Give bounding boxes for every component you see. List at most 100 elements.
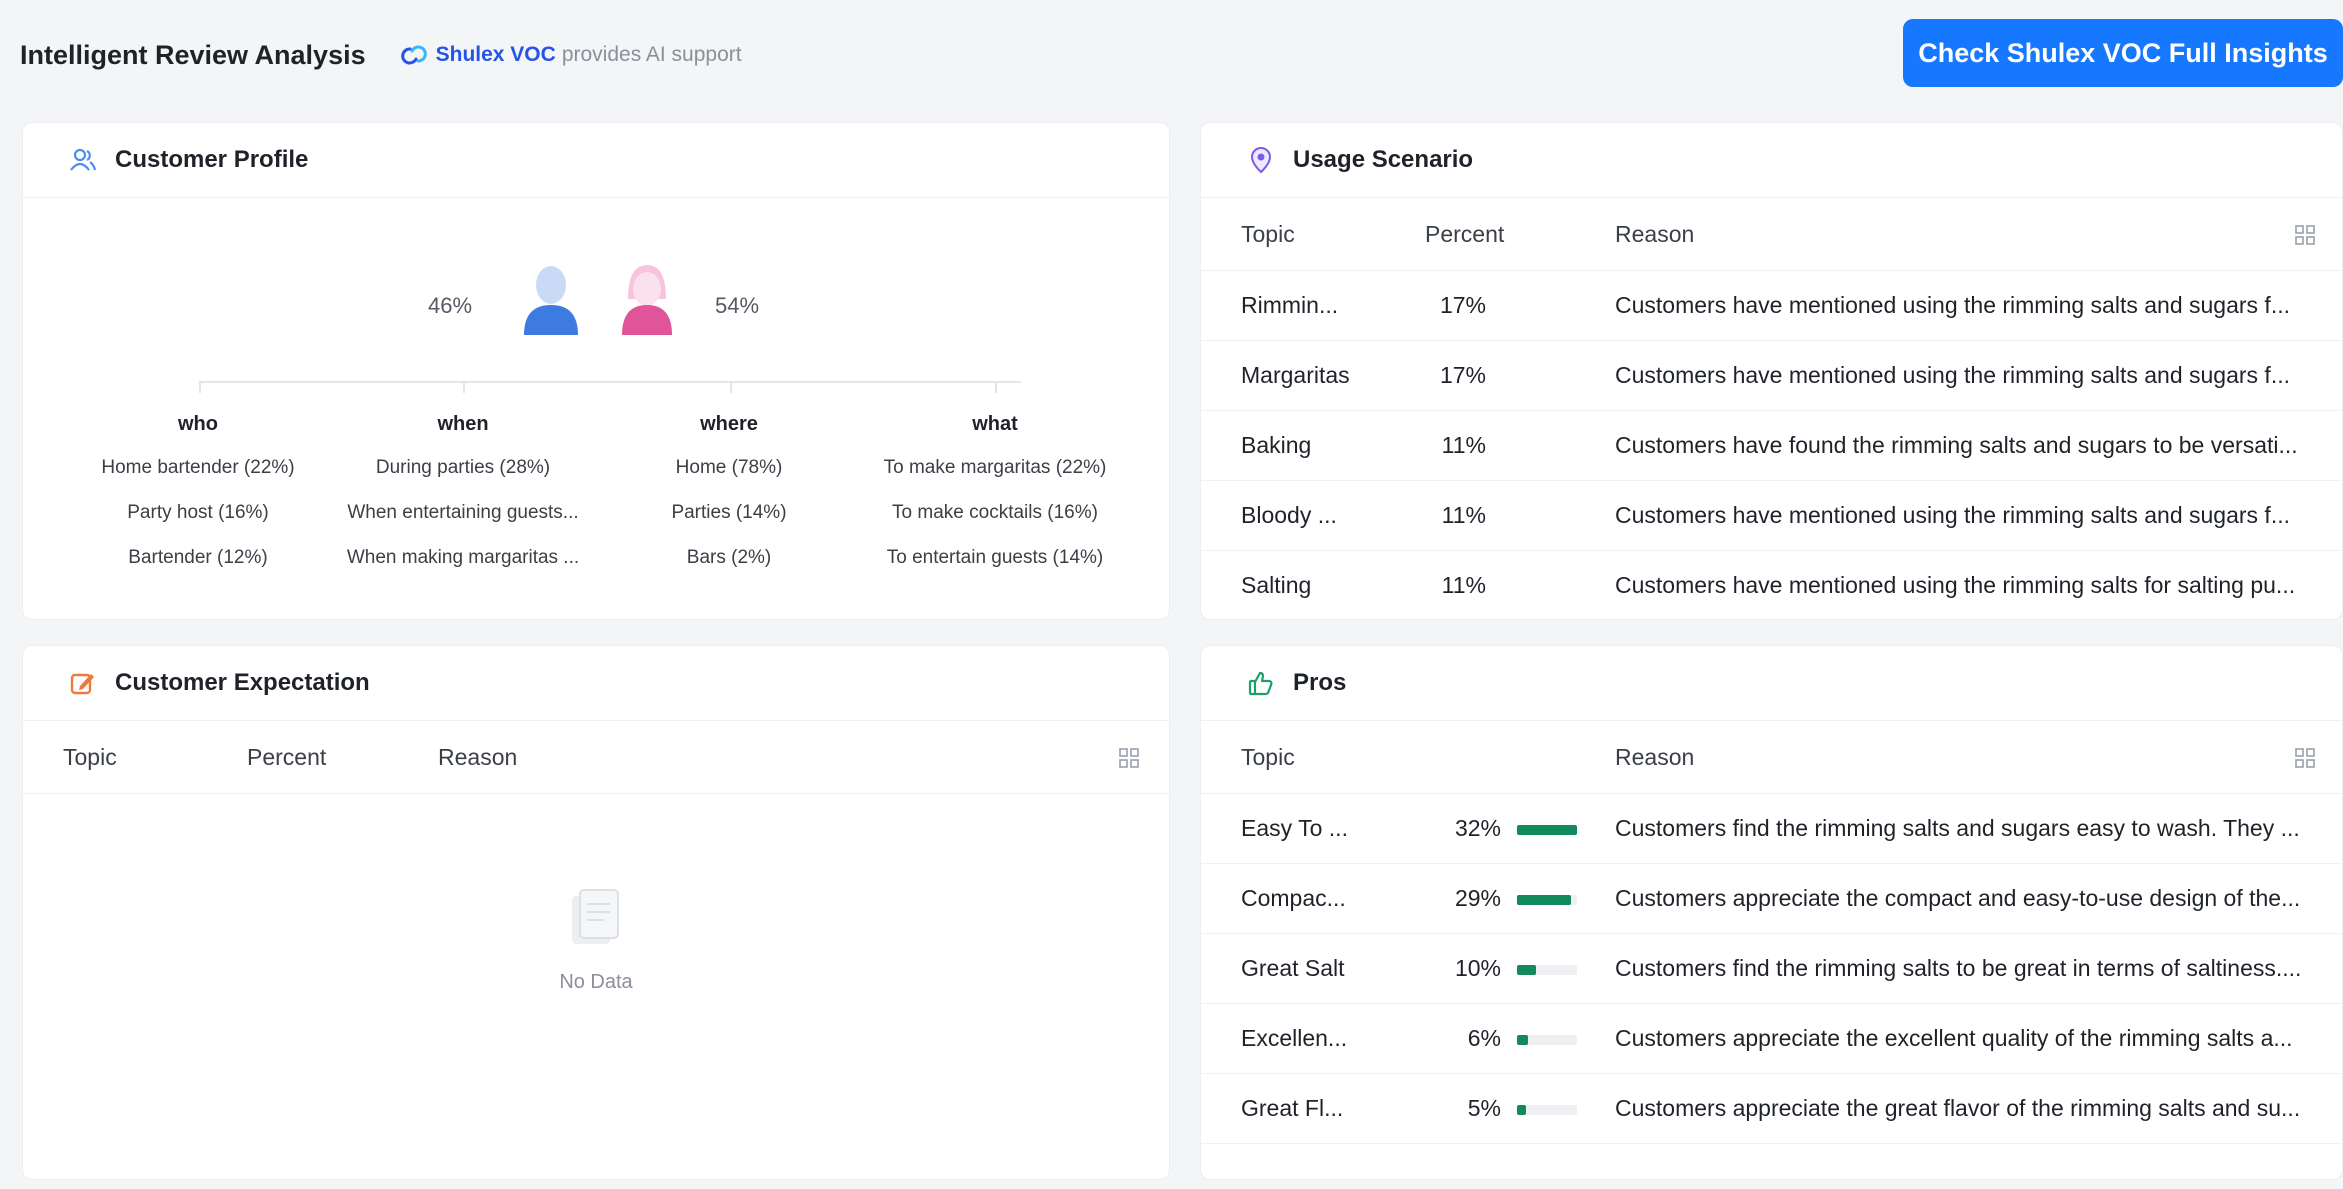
table-row[interactable]: Great Fl... 5% Customers appreciate the …: [1201, 1074, 2342, 1144]
customer-expectation-panel: Customer Expectation Topic Percent Reaso…: [22, 645, 1170, 1180]
profile-item: When making margaritas ...: [346, 547, 580, 568]
table-row[interactable]: Margaritas 17% Customers have mentioned …: [1201, 341, 2342, 411]
panel-header: Customer Profile: [23, 123, 1169, 198]
profile-item: Parties (14%): [671, 502, 787, 523]
row-reason: Customers have mentioned using the rimmi…: [1615, 572, 2296, 598]
row-topic: Great Fl...: [1241, 1095, 1344, 1121]
profile-item: Bars (2%): [686, 547, 772, 568]
table-header: Topic Percent Reason: [1201, 199, 2342, 271]
profile-item: Home (78%): [675, 457, 783, 478]
column-settings-icon[interactable]: [2295, 748, 2315, 768]
column-settings-icon[interactable]: [1119, 748, 1139, 768]
row-reason: Customers have mentioned using the rimmi…: [1615, 502, 2290, 528]
column-heading: what: [972, 413, 1018, 435]
table-row[interactable]: Compac... 29% Customers appreciate the c…: [1201, 864, 2342, 934]
row-reason: Customers appreciate the compact and eas…: [1615, 885, 2301, 911]
row-reason: Customers find the rimming salts and sug…: [1615, 815, 2300, 841]
table-row[interactable]: Easy To ... 32% Customers find the rimmi…: [1201, 794, 2342, 864]
link-icon: [400, 45, 427, 65]
users-icon: [67, 144, 99, 176]
empty-state: No Data: [23, 886, 1169, 994]
percent-bar-fill: [1517, 1035, 1529, 1045]
panel-title: Pros: [1293, 669, 1347, 696]
profile-item: Party host (16%): [127, 502, 269, 523]
row-topic: Margaritas: [1241, 362, 1350, 388]
profile-item: To entertain guests (14%): [886, 547, 1104, 568]
ai-support-text: provides AI support: [561, 43, 742, 66]
panel-header: Usage Scenario: [1201, 123, 2342, 198]
row-percent: 11%: [1441, 572, 1486, 598]
column-settings-icon[interactable]: [2295, 225, 2315, 245]
row-percent: 11%: [1441, 502, 1486, 528]
row-percent: 17%: [1439, 292, 1486, 318]
table-header: Topic Reason: [1201, 722, 2342, 794]
profile-item: To make margaritas (22%): [883, 457, 1107, 478]
gender-split: 46% 54%: [23, 263, 1169, 363]
profile-column-where: where Home (78%) Parties (14%) Bars (2%): [589, 413, 869, 580]
profile-item: During parties (28%): [375, 457, 551, 478]
row-percent: 17%: [1439, 362, 1486, 388]
thumbs-up-icon: [1245, 667, 1277, 699]
percent-bar-fill: [1517, 965, 1536, 975]
column-reason[interactable]: Reason: [438, 744, 517, 771]
row-topic: Great Salt: [1241, 955, 1345, 981]
tree-tick: [730, 381, 732, 393]
column-topic[interactable]: Topic: [1241, 744, 1295, 771]
row-percent: 32%: [1454, 815, 1501, 841]
tree-tick: [199, 381, 201, 393]
percent-bar-fill: [1517, 895, 1572, 905]
edit-icon: [67, 667, 99, 699]
column-reason[interactable]: Reason: [1615, 221, 1694, 248]
percent-bar: [1517, 1035, 1577, 1045]
profile-column-what: what To make margaritas (22%) To make co…: [855, 413, 1135, 580]
column-heading: where: [700, 413, 758, 435]
row-topic: Salting: [1241, 572, 1312, 598]
column-reason[interactable]: Reason: [1615, 744, 1694, 771]
panel-header: Customer Expectation: [23, 646, 1169, 721]
full-insights-button[interactable]: Check Shulex VOC Full Insights: [1903, 19, 2343, 87]
profile-item: Home bartender (22%): [101, 457, 295, 478]
percent-bar: [1517, 1105, 1577, 1115]
row-reason: Customers have mentioned using the rimmi…: [1615, 292, 2290, 318]
row-reason: Customers appreciate the great flavor of…: [1615, 1095, 2301, 1121]
tree-tick: [463, 381, 465, 393]
panel-title: Customer Expectation: [115, 669, 370, 696]
percent-bar-fill: [1517, 825, 1577, 835]
panel-title: Customer Profile: [115, 146, 309, 173]
row-topic: Bloody ...: [1241, 502, 1337, 528]
row-percent: 5%: [1467, 1095, 1501, 1121]
profile-item: Bartender (12%): [128, 547, 268, 568]
table-row[interactable]: Baking 11% Customers have found the rimm…: [1201, 411, 2342, 481]
brand-name[interactable]: Shulex VOC: [436, 43, 556, 67]
row-topic: Baking: [1241, 432, 1312, 458]
row-reason: Customers have found the rimming salts a…: [1615, 432, 2298, 458]
ai-support-note: Shulex VOC provides AI support: [400, 43, 742, 67]
profile-column-who: who Home bartender (22%) Party host (16%…: [58, 413, 338, 580]
row-reason: Customers have mentioned using the rimmi…: [1615, 362, 2290, 388]
table-row[interactable]: Bloody ... 11% Customers have mentioned …: [1201, 481, 2342, 551]
table-row[interactable]: Salting 11% Customers have mentioned usi…: [1201, 551, 2342, 619]
column-topic[interactable]: Topic: [1241, 221, 1295, 248]
female-percent: 54%: [715, 293, 760, 318]
column-heading: when: [437, 413, 489, 435]
row-percent: 29%: [1454, 885, 1501, 911]
profile-column-when: when During parties (28%) When entertain…: [323, 413, 603, 580]
panel-title: Usage Scenario: [1293, 146, 1474, 173]
row-percent: 6%: [1467, 1025, 1501, 1051]
male-figure-icon: [524, 266, 578, 335]
table-header: Topic Percent Reason: [23, 722, 1169, 794]
column-percent[interactable]: Percent: [247, 744, 326, 771]
female-figure-icon: [622, 265, 672, 335]
column-topic[interactable]: Topic: [63, 744, 117, 771]
row-percent: 11%: [1441, 432, 1486, 458]
table-row[interactable]: Great Salt 10% Customers find the rimmin…: [1201, 934, 2342, 1004]
empty-document-icon: [572, 889, 619, 944]
row-topic: Compac...: [1241, 885, 1346, 911]
table-row[interactable]: Excellen... 6% Customers appreciate the …: [1201, 1004, 2342, 1074]
row-topic: Rimmin...: [1241, 292, 1339, 318]
usage-scenario-panel: Usage Scenario Topic Percent Reason Rimm…: [1200, 122, 2343, 620]
row-percent: 10%: [1454, 955, 1501, 981]
profile-item: When entertaining guests...: [347, 502, 579, 523]
column-percent[interactable]: Percent: [1425, 221, 1504, 248]
table-row[interactable]: Rimmin... 17% Customers have mentioned u…: [1201, 271, 2342, 341]
